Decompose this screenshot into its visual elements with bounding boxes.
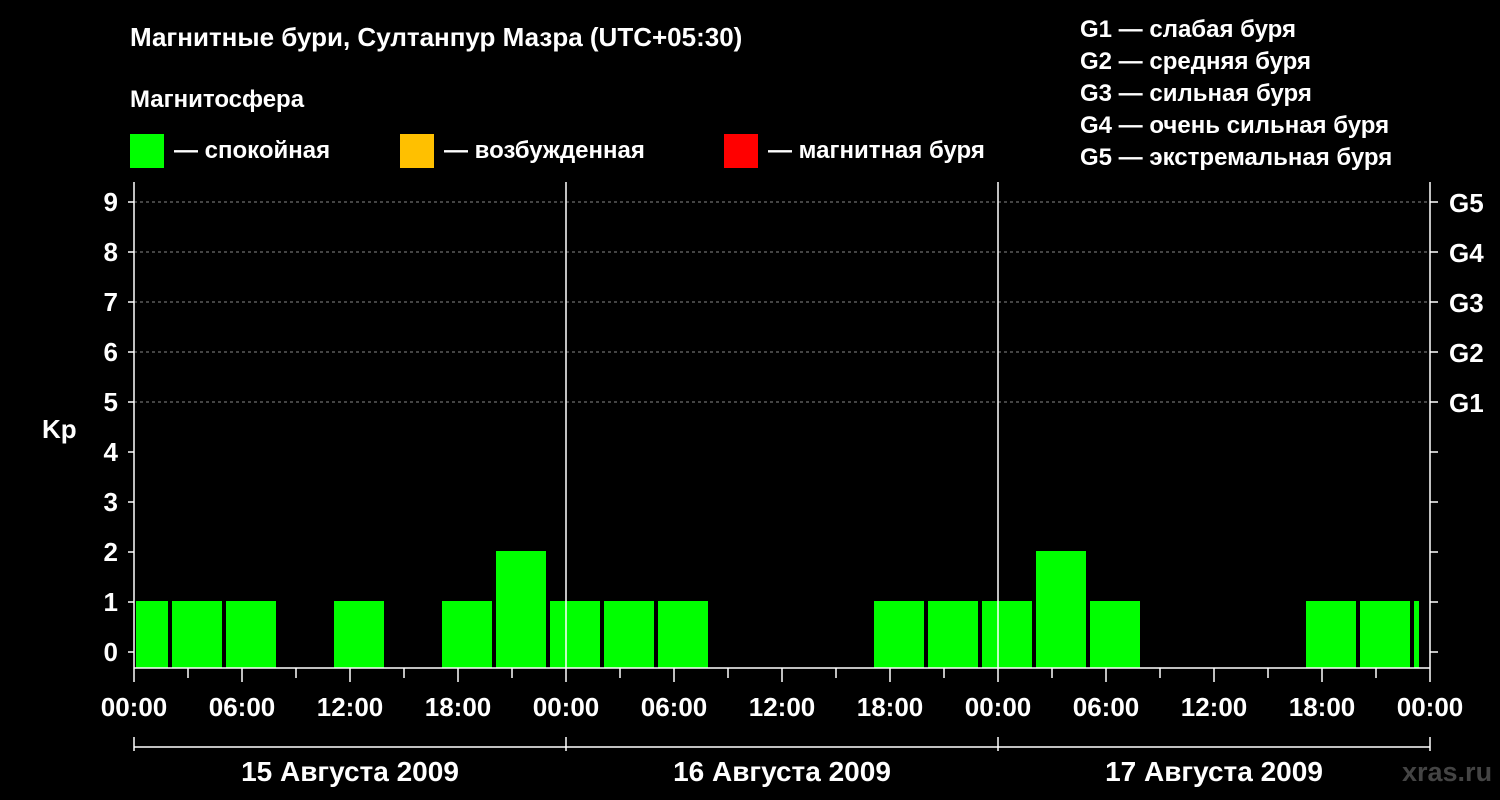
- g-scale-label: G1: [1449, 388, 1484, 418]
- watermark: xras.ru: [1402, 757, 1493, 787]
- x-tick-label: 18:00: [857, 692, 924, 722]
- y-tick-label: 4: [104, 437, 119, 467]
- g-scale-label: G4: [1449, 238, 1484, 268]
- kp-bar: [334, 601, 384, 668]
- y-tick-label: 2: [104, 537, 118, 567]
- x-tick-label: 00:00: [533, 692, 600, 722]
- x-tick-label: 12:00: [1181, 692, 1248, 722]
- x-tick-label: 12:00: [317, 692, 384, 722]
- y-tick-label: 1: [104, 587, 118, 617]
- day-label: 15 Августа 2009: [241, 756, 459, 787]
- x-tick-label: 18:00: [1289, 692, 1356, 722]
- kp-bar: [658, 601, 708, 668]
- kp-bar: [874, 601, 924, 668]
- day-label: 16 Августа 2009: [673, 756, 891, 787]
- kp-bar: [442, 601, 492, 668]
- kp-bar: [604, 601, 654, 668]
- x-tick-label: 06:00: [209, 692, 276, 722]
- kp-bar: [1306, 601, 1356, 668]
- x-tick-label: 06:00: [641, 692, 708, 722]
- y-tick-label: 6: [104, 337, 118, 367]
- y-tick-label: 5: [104, 387, 118, 417]
- y-tick-label: 9: [104, 187, 118, 217]
- kp-bar: [136, 601, 168, 668]
- x-tick-label: 12:00: [749, 692, 816, 722]
- g-scale-label: G2: [1449, 338, 1484, 368]
- kp-bar: [172, 601, 222, 668]
- x-tick-label: 00:00: [965, 692, 1032, 722]
- kp-bar: [1090, 601, 1140, 668]
- kp-bar: [550, 601, 600, 668]
- y-axis-label: Kp: [42, 414, 77, 444]
- day-label: 17 Августа 2009: [1105, 756, 1323, 787]
- g-scale-label: G5: [1449, 188, 1484, 218]
- y-tick-label: 7: [104, 287, 118, 317]
- x-tick-label: 06:00: [1073, 692, 1140, 722]
- kp-bar: [928, 601, 978, 668]
- y-tick-label: 0: [104, 637, 118, 667]
- g-scale-label: G3: [1449, 288, 1484, 318]
- kp-bar: [226, 601, 276, 668]
- y-tick-label: 3: [104, 487, 118, 517]
- kp-bar: [1036, 551, 1086, 668]
- x-tick-label: 00:00: [101, 692, 168, 722]
- kp-bar: [982, 601, 1032, 668]
- kp-bar: [496, 551, 546, 668]
- y-tick-label: 8: [104, 237, 118, 267]
- kp-bar: [1360, 601, 1410, 668]
- x-tick-label: 00:00: [1397, 692, 1464, 722]
- kp-bar-chart: Kp 0 1 2 3 4 5 6 7 8 9 G1 G2 G3 G4 G5 00:00 06:00 12:00 18…: [42, 182, 1484, 787]
- kp-bar: [1414, 601, 1419, 668]
- x-tick-label: 18:00: [425, 692, 492, 722]
